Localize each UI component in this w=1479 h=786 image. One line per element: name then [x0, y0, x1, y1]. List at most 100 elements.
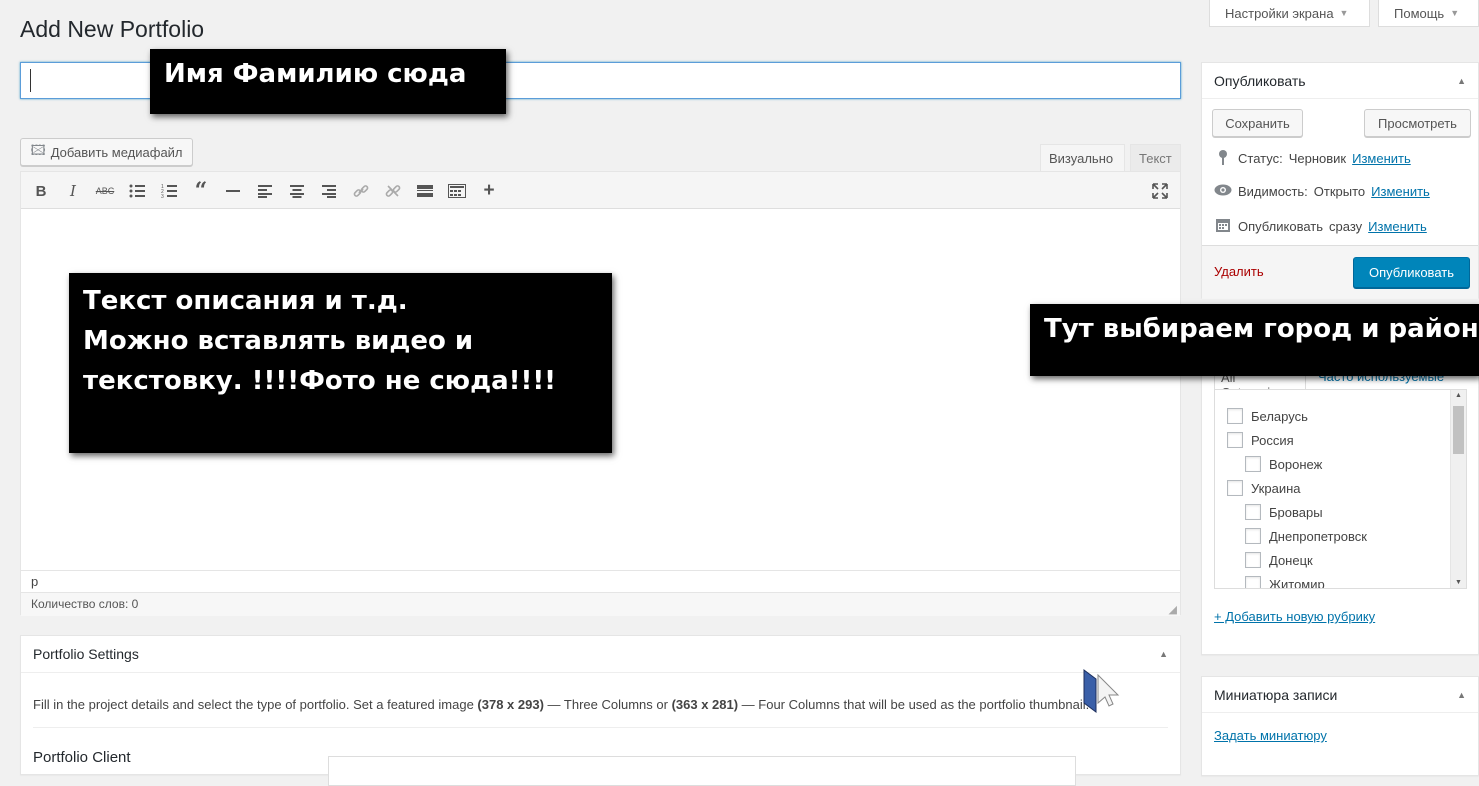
edit-schedule-link[interactable]: Изменить: [1368, 219, 1427, 234]
resize-handle-icon[interactable]: ◢: [1169, 603, 1177, 616]
category-checkbox[interactable]: [1245, 576, 1261, 588]
schedule-label: Опубликовать: [1238, 219, 1324, 234]
category-label: Украина: [1251, 480, 1301, 496]
portfolio-client-label: Portfolio Client: [33, 749, 131, 766]
scroll-up-icon[interactable]: ▲: [1455, 392, 1462, 399]
status-label: Статус:: [1238, 151, 1283, 166]
help-tab[interactable]: Помощь ▼: [1378, 0, 1479, 27]
description-text: Fill in the project details and select t…: [33, 697, 478, 712]
editor-toolbar: B I ABC 123 “ +: [21, 172, 1180, 209]
category-checkbox[interactable]: [1227, 432, 1243, 448]
category-label: Воронеж: [1269, 456, 1323, 472]
category-item[interactable]: Житомир: [1245, 576, 1325, 588]
preview-button[interactable]: Просмотреть: [1364, 109, 1471, 137]
name-hint-text: Имя Фамилию сюда: [164, 59, 467, 89]
category-checkbox[interactable]: [1245, 528, 1261, 544]
scrollbar-thumb[interactable]: [1453, 406, 1464, 454]
category-item[interactable]: Беларусь: [1227, 408, 1308, 424]
publish-box-header[interactable]: Опубликовать ▲: [1202, 63, 1478, 99]
three-col-size: (378 x 293): [477, 697, 544, 712]
fullscreen-icon[interactable]: [1149, 180, 1171, 202]
portfolio-client-input[interactable]: [328, 756, 1076, 786]
category-item[interactable]: Украина: [1227, 480, 1301, 496]
screen-options-tab[interactable]: Настройки экрана ▼: [1209, 0, 1370, 27]
category-label: Днепропетровск: [1269, 528, 1367, 544]
unlink-icon[interactable]: [382, 180, 404, 202]
add-category-link[interactable]: + Добавить новую рубрику: [1214, 609, 1375, 624]
add-icon[interactable]: +: [478, 180, 500, 202]
portfolio-settings-box: Portfolio Settings ▲ Fill in the project…: [20, 635, 1181, 786]
name-hint-annotation: Имя Фамилию сюда: [150, 49, 506, 114]
collapse-arrow-icon[interactable]: ▲: [1457, 690, 1466, 700]
editor-path: p: [21, 570, 1180, 592]
schedule-value: сразу: [1329, 219, 1363, 234]
editor-path-text: p: [31, 574, 39, 589]
word-count-text: Количество слов: 0: [31, 597, 139, 611]
screen-options-label: Настройки экрана: [1225, 5, 1334, 21]
category-hint-annotation: Тут выбираем город и район: [1030, 304, 1479, 376]
category-checkbox[interactable]: [1227, 480, 1243, 496]
publish-box-title: Опубликовать: [1214, 72, 1306, 89]
eye-icon: [1214, 183, 1232, 199]
thumbnail-box-title: Миниатюра записи: [1214, 686, 1338, 703]
visibility-value: Открыто: [1313, 183, 1366, 199]
edit-visibility-link[interactable]: Изменить: [1371, 184, 1430, 199]
caret-down-icon: ▼: [1450, 8, 1460, 18]
align-center-icon[interactable]: [286, 180, 308, 202]
save-draft-button[interactable]: Сохранить: [1212, 109, 1303, 137]
italic-icon[interactable]: I: [62, 180, 84, 202]
delete-link[interactable]: Удалить: [1214, 264, 1264, 279]
category-item[interactable]: Днепропетровск: [1245, 528, 1367, 544]
svg-text:3: 3: [161, 194, 164, 198]
content-hint-line-2: Можно вставлять видео и: [83, 326, 474, 356]
blockquote-icon[interactable]: “: [190, 178, 212, 204]
portfolio-settings-header[interactable]: Portfolio Settings ▲: [21, 636, 1180, 673]
tab-visual-label: Визуально: [1049, 151, 1114, 166]
category-checkbox[interactable]: [1245, 456, 1261, 472]
tab-text-label: Текст: [1139, 151, 1172, 166]
category-item[interactable]: Воронеж: [1245, 456, 1322, 472]
thumbnail-box-header[interactable]: Миниатюра записи ▲: [1202, 677, 1478, 713]
content-hint-line-3: текстовку. !!!!Фото не сюда!!!!: [83, 366, 557, 396]
read-more-icon[interactable]: [414, 180, 436, 202]
set-thumbnail-link[interactable]: Задать миниатюру: [1214, 728, 1327, 743]
strikethrough-icon[interactable]: ABC: [94, 180, 116, 202]
horizontal-rule-icon[interactable]: [222, 180, 244, 202]
tab-visual[interactable]: Визуально: [1040, 144, 1125, 172]
bold-icon[interactable]: B: [30, 180, 52, 202]
portfolio-settings-title: Portfolio Settings: [33, 646, 139, 662]
schedule-row: Опубликовать сразу Изменить: [1214, 217, 1427, 236]
four-col-size: (363 x 281): [671, 697, 739, 712]
collapse-arrow-icon[interactable]: ▲: [1159, 649, 1168, 659]
media-icon: 🖾: [30, 142, 46, 158]
divider: [33, 727, 1168, 728]
publish-button[interactable]: Опубликовать: [1353, 257, 1470, 288]
category-item[interactable]: Бровары: [1245, 504, 1323, 520]
collapse-arrow-icon[interactable]: ▲: [1457, 76, 1466, 86]
pin-icon: [1214, 149, 1232, 168]
scroll-down-icon[interactable]: ▼: [1455, 579, 1462, 586]
align-left-icon[interactable]: [254, 180, 276, 202]
calendar-icon: [1214, 217, 1232, 236]
category-hint-text: Тут выбираем город и район: [1044, 314, 1479, 344]
category-item[interactable]: Россия: [1227, 432, 1294, 448]
preview-label: Просмотреть: [1378, 115, 1457, 131]
link-icon[interactable]: [350, 180, 372, 202]
bullet-list-icon[interactable]: [126, 180, 148, 202]
page-title: Add New Portfolio: [20, 16, 205, 42]
tab-text[interactable]: Текст: [1130, 144, 1181, 172]
align-right-icon[interactable]: [318, 180, 340, 202]
category-item[interactable]: Донецк: [1245, 552, 1313, 568]
toolbar-toggle-icon[interactable]: [446, 180, 468, 202]
edit-status-link[interactable]: Изменить: [1352, 151, 1411, 166]
mouse-cursor-icon: [1082, 669, 1120, 718]
category-checkbox[interactable]: [1245, 552, 1261, 568]
thumbnail-box: Миниатюра записи ▲ Задать миниатюру: [1201, 676, 1479, 776]
category-checklist[interactable]: Беларусь Россия Воронеж Украина Бровары …: [1214, 389, 1467, 589]
add-media-button[interactable]: 🖾 Добавить медиафайл: [20, 138, 193, 166]
save-draft-label: Сохранить: [1225, 115, 1290, 131]
category-checkbox[interactable]: [1245, 504, 1261, 520]
category-scrollbar[interactable]: ▲ ▼: [1450, 390, 1466, 588]
numbered-list-icon[interactable]: 123: [158, 180, 180, 202]
category-checkbox[interactable]: [1227, 408, 1243, 424]
